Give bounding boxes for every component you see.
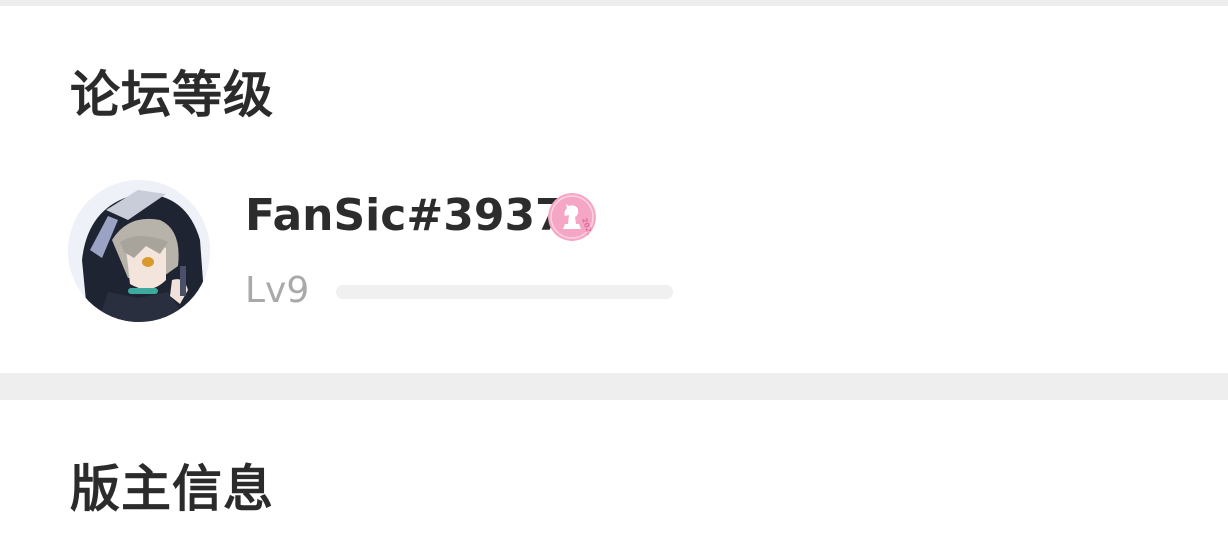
forum-level-title: 论坛等级 xyxy=(70,66,274,124)
user-level-row[interactable]: FanSic#3937 2021 Lv9 xyxy=(68,180,768,325)
avatar[interactable] xyxy=(68,180,210,322)
level-progress-bar xyxy=(336,285,673,299)
top-divider xyxy=(0,0,1228,6)
user-level: Lv9 xyxy=(245,270,310,311)
username[interactable]: FanSic#3937 xyxy=(245,194,566,238)
moderator-info-title: 版主信息 xyxy=(70,460,274,518)
chess-knight-badge-icon[interactable]: 2021 xyxy=(548,193,596,241)
section-divider xyxy=(0,373,1228,400)
avatar-image xyxy=(68,180,210,322)
